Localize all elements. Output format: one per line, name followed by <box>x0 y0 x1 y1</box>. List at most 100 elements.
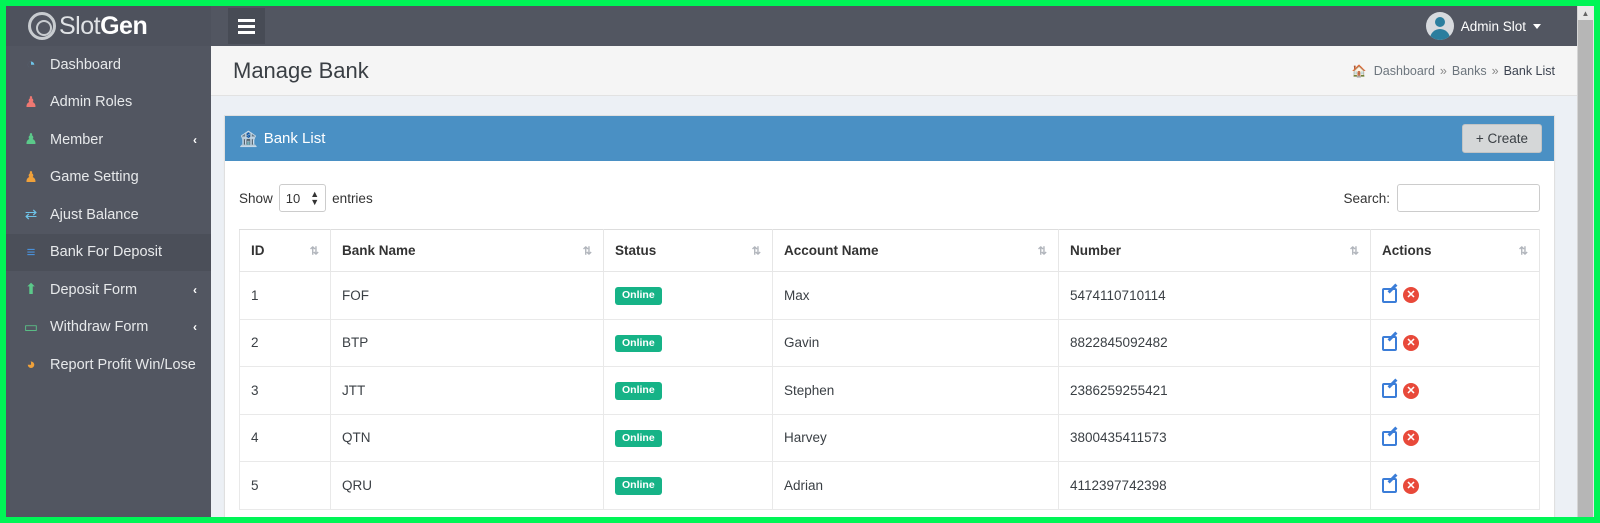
cell-status: Online <box>603 271 773 320</box>
page-length-value: 10 <box>285 190 301 206</box>
laptop-icon: ▭ <box>23 318 39 336</box>
sidebar-nav: ◔ Dashboard ♟ Admin Roles ♟ Member ‹ ♟ Game Sett… <box>6 46 211 517</box>
edit-pencil-icon[interactable] <box>1382 287 1397 303</box>
cell-account-name: Gavin <box>772 318 1059 368</box>
breadcrumb-separator-2: » <box>1491 63 1499 78</box>
sort-both-icon: ⇅ <box>1518 245 1528 257</box>
delete-circle-icon[interactable]: ✕ <box>1403 430 1419 447</box>
sidebar-item-admin-roles[interactable]: ♟ Admin Roles <box>6 84 211 122</box>
cell-number: 2386259255421 <box>1058 366 1371 415</box>
show-label: Show <box>239 190 273 206</box>
column-header-bank-name[interactable]: Bank Name ⇅ <box>330 229 604 272</box>
column-header-label: Actions <box>1382 243 1432 258</box>
brand-logo[interactable]: SlotGen <box>6 6 211 46</box>
edit-pencil-icon[interactable] <box>1382 478 1397 494</box>
edit-pencil-icon[interactable] <box>1382 335 1397 351</box>
bank-list-icon: ≡ <box>26 243 36 261</box>
shuffle-icon: ⇄ <box>24 206 38 224</box>
edit-pencil-icon[interactable] <box>1382 383 1397 399</box>
deposit-icon: ⬆ <box>24 281 38 299</box>
table-row: 5 QRU Online Adrian 4112397742398 ✕ <box>239 461 1540 510</box>
brand-name-bold: Gen <box>100 11 148 40</box>
hamburger-icon[interactable] <box>228 8 265 44</box>
hamburger-bar-3 <box>238 30 255 34</box>
search-control: Search: <box>1343 184 1540 212</box>
main-content: Manage Bank 🏠 Dashboard » Banks » Bank L… <box>211 46 1577 517</box>
table-header-row: ID ⇅ Bank Name ⇅ Status ⇅ Account Name ⇅ Number ⇅… <box>239 229 1540 272</box>
sort-both-icon: ⇅ <box>582 245 592 257</box>
cell-id: 1 <box>239 271 331 320</box>
page-length-select[interactable]: 10 ▲ ▼ <box>278 184 327 212</box>
slot-gear-icon <box>28 12 56 40</box>
cell-actions: ✕ <box>1370 318 1540 368</box>
cell-number: 5474110710114 <box>1058 271 1371 320</box>
user-menu-label: Admin Slot <box>1460 18 1526 34</box>
status-badge: Online <box>615 287 662 305</box>
cell-actions: ✕ <box>1370 271 1540 320</box>
scroll-up-arrow-icon[interactable]: ▲ <box>1578 6 1593 20</box>
table-row: 1 FOF Online Max 5474110710114 ✕ <box>239 271 1540 320</box>
delete-circle-icon[interactable]: ✕ <box>1403 335 1419 352</box>
page-title: Manage Bank <box>233 57 369 83</box>
cell-number: 8822845092482 <box>1058 318 1371 368</box>
pie-chart-icon: ◕ <box>26 356 36 374</box>
search-input[interactable] <box>1397 184 1540 212</box>
column-header-id[interactable]: ID ⇅ <box>239 229 331 272</box>
status-badge: Online <box>615 382 662 400</box>
sidebar-item-bank-for-deposit[interactable]: ≡ Bank For Deposit <box>6 233 211 271</box>
sidebar-item-report-profit-win-lose[interactable]: ◕ Report Profit Win/Lose <box>6 346 211 384</box>
column-header-status[interactable]: Status ⇅ <box>603 229 773 272</box>
sidebar-item-deposit-form[interactable]: ⬆ Deposit Form ‹ <box>6 271 211 309</box>
table-head: ID ⇅ Bank Name ⇅ Status ⇅ Account Name ⇅ Number ⇅… <box>239 229 1540 272</box>
sidebar-item-ajust-balance[interactable]: ⇄ Ajust Balance <box>6 196 211 234</box>
table-row: 3 JTT Online Stephen 2386259255421 ✕ <box>239 366 1540 415</box>
cell-id: 2 <box>239 318 331 368</box>
user-icon: ♟ <box>24 93 38 111</box>
column-header-account-name[interactable]: Account Name ⇅ <box>772 229 1059 272</box>
create-button[interactable]: + Create <box>1461 124 1542 153</box>
sidebar-item-game-setting[interactable]: ♟ Game Setting <box>6 159 211 197</box>
card-title-label: Bank List <box>263 130 326 147</box>
delete-circle-icon[interactable]: ✕ <box>1403 477 1419 494</box>
user-menu[interactable]: Admin Slot <box>1425 6 1541 46</box>
sidebar-item-member[interactable]: ♟ Member ‹ <box>6 121 211 159</box>
cell-bank-name: JTT <box>330 366 604 415</box>
cell-account-name: Harvey <box>772 413 1059 463</box>
sidebar-item-label: Admin Roles <box>50 94 133 111</box>
delete-circle-icon[interactable]: ✕ <box>1403 382 1419 399</box>
table-controls: Show 10 ▲ ▼ entries Search: <box>239 183 1540 213</box>
bank-list-card: 🏦 Bank List + Create Show 10 ▲▼ entries <box>224 115 1555 517</box>
scrollbar-thumb[interactable] <box>1578 20 1593 517</box>
status-badge: Online <box>615 429 662 448</box>
cell-status: Online <box>603 461 773 510</box>
column-header-number[interactable]: Number ⇅ <box>1058 229 1371 272</box>
sort-both-icon: ⇅ <box>309 245 319 257</box>
page-scrollbar[interactable]: ▲ <box>1577 6 1594 517</box>
sidebar-item-label: Withdraw Form <box>50 319 149 336</box>
breadcrumb-item-dashboard[interactable]: Dashboard <box>1374 64 1435 78</box>
sidebar-item-label: Ajust Balance <box>50 206 139 223</box>
edit-pencil-icon[interactable] <box>1382 430 1397 446</box>
column-header-label: Bank Name <box>342 243 416 258</box>
sidebar-item-label: Dashboard <box>50 56 121 73</box>
delete-circle-icon[interactable]: ✕ <box>1403 287 1419 304</box>
table-row: 2 BTP Online Gavin 8822845092482 ✕ <box>239 318 1540 368</box>
cell-bank-name: QTN <box>330 413 604 463</box>
cell-account-name: Stephen <box>772 366 1059 415</box>
status-badge: Online <box>615 477 662 495</box>
column-header-label: Number <box>1070 243 1122 258</box>
spinner-arrows-icon: ▲ ▼ <box>310 188 320 207</box>
column-header-actions[interactable]: Actions ⇅ <box>1370 229 1540 272</box>
entries-label: entries <box>332 190 373 206</box>
sidebar-item-label: Bank For Deposit <box>50 244 163 261</box>
users-icon: ♟ <box>24 131 38 149</box>
ghost-icon: ♟ <box>24 168 38 186</box>
sidebar-item-dashboard[interactable]: ◔ Dashboard <box>6 46 211 84</box>
cell-status: Online <box>603 318 773 368</box>
cell-actions: ✕ <box>1370 366 1540 415</box>
sidebar-item-withdraw-form[interactable]: ▭ Withdraw Form ‹ <box>6 309 211 347</box>
tachometer-icon: ◔ <box>26 56 36 74</box>
cell-bank-name: BTP <box>330 318 604 368</box>
breadcrumb-item-banks[interactable]: Banks <box>1452 64 1487 78</box>
column-header-label: Status <box>615 243 657 258</box>
